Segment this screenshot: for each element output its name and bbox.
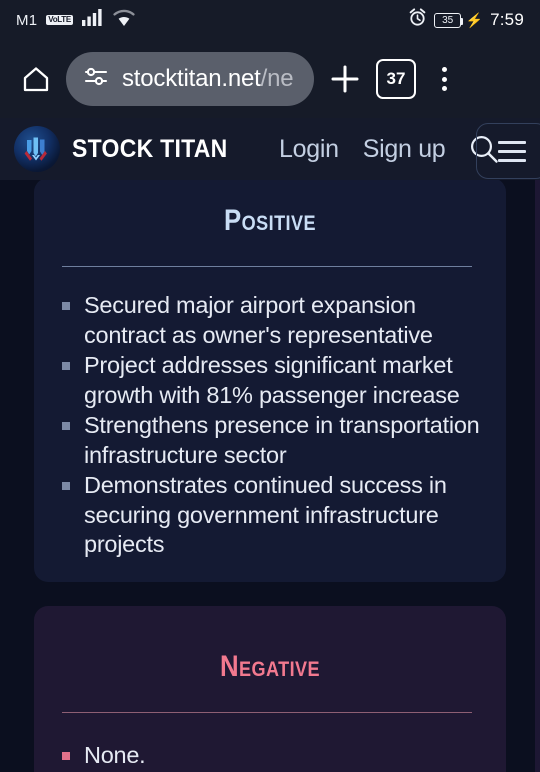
signal-bars-icon [81,9,104,31]
carrier-label: M1 [16,11,38,29]
home-icon[interactable] [14,57,58,101]
menu-dot [441,67,447,72]
browser-toolbar: stocktitan.net/ne 37 [0,40,540,118]
plus-icon[interactable] [322,56,368,102]
url-text[interactable]: stocktitan.net/ne [122,65,294,93]
three-dot-menu-icon[interactable] [424,56,464,102]
stock-titan-logo-icon[interactable] [14,126,60,172]
android-status-bar: M1 VoLTE 35 ⚡ 7:59 [0,0,540,40]
positive-card-title: Positive [224,204,316,237]
hamburger-menu-icon[interactable] [476,123,540,179]
status-bar-left: M1 VoLTE [16,9,135,31]
alarm-clock-icon [408,8,427,32]
hamburger-bar [498,158,526,162]
list-item: None. [58,741,482,771]
menu-dot [441,86,447,91]
signup-link[interactable]: Sign up [363,135,446,164]
negative-card: Negative None. [34,606,506,772]
clock-label: 7:59 [490,10,524,29]
positive-card-divider [62,266,472,267]
page-scrollbar[interactable] [535,180,540,772]
brand-title: STOCK TITAN [72,134,228,163]
negative-points-list: None. [58,741,482,771]
list-item: Secured major airport expansion contract… [58,291,482,350]
url-path: /ne [260,65,294,92]
negative-card-divider [62,712,472,713]
positive-points-list: Secured major airport expansion contract… [58,291,482,560]
login-link[interactable]: Login [279,135,339,164]
volte-badge: VoLTE [46,14,73,26]
list-item: Project addresses significant market gro… [58,351,482,410]
site-header: STOCK TITAN Login Sign up [0,118,540,180]
charging-bolt-icon: ⚡ [465,11,484,28]
list-item: Demonstrates continued success in securi… [58,471,482,560]
tab-counter-button[interactable]: 37 [376,59,416,99]
positive-card: Positive Secured major airport expansion… [34,180,506,582]
url-host: stocktitan.net [122,65,261,92]
tab-count-label: 37 [386,69,406,88]
address-bar[interactable]: stocktitan.net/ne [66,52,314,106]
list-item: Strengthens presence in transportation i… [58,411,482,470]
hamburger-bar [498,149,526,153]
menu-dot [441,76,447,82]
tune-sliders-icon[interactable] [84,64,109,94]
status-bar-right: 35 ⚡ 7:59 [408,8,524,32]
page-content: Positive Secured major airport expansion… [0,180,540,772]
negative-card-title: Negative [219,650,321,683]
wifi-icon [113,9,135,31]
hamburger-bar [498,140,526,144]
battery-indicator: 35 [433,12,464,28]
